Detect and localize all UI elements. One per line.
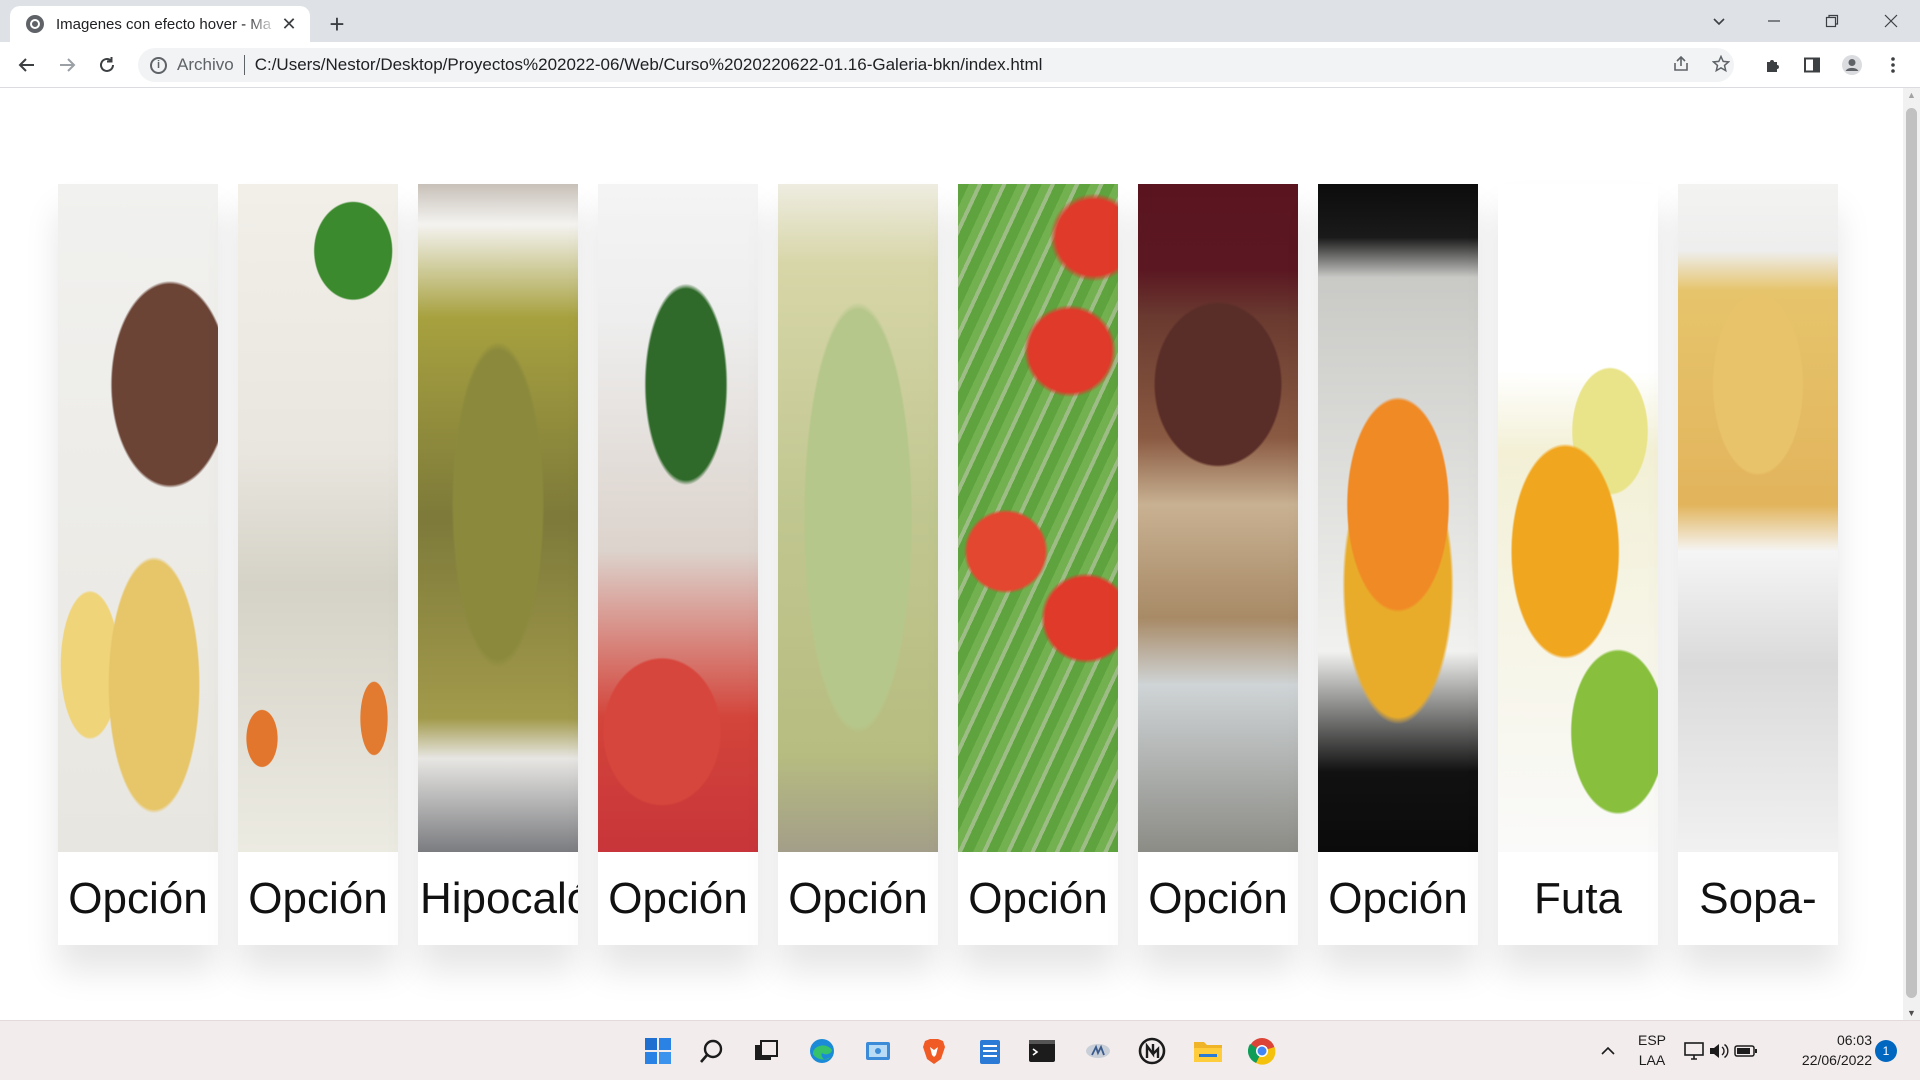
tab-title: Imagenes con efecto hover - Ma — [56, 15, 272, 33]
language-indicator-bottom[interactable]: LAA — [1636, 1052, 1668, 1068]
chevron-down-icon — [1713, 18, 1725, 26]
card-caption: Opción — [1328, 873, 1468, 923]
food-image-pudding — [1138, 184, 1298, 852]
tray-overflow-chevron-up-icon[interactable] — [1592, 1035, 1624, 1067]
arrow-right-icon — [60, 58, 76, 72]
globe-icon — [26, 15, 44, 33]
food-image-green-beans — [958, 184, 1118, 852]
address-scheme: Archivo — [177, 55, 234, 74]
food-image-zucchini — [418, 184, 578, 852]
clock-date[interactable]: 22/06/2022 — [1782, 1052, 1872, 1068]
card-caption: Opción — [608, 873, 748, 923]
food-image-meat — [58, 184, 218, 852]
gallery-card[interactable]: Opción — [58, 184, 218, 945]
address-bar[interactable]: i Archivo C:/Users/Nestor/Desktop/Proyec… — [138, 48, 1734, 82]
gallery-card[interactable]: Opción — [598, 184, 758, 945]
language-indicator-top[interactable]: ESP — [1636, 1032, 1668, 1048]
notification-badge[interactable]: 1 — [1875, 1040, 1897, 1062]
card-caption: Opción — [68, 873, 208, 923]
gallery-card[interactable]: Sopa- — [1678, 184, 1838, 945]
back-button[interactable] — [12, 50, 42, 80]
scroll-down-arrow-icon[interactable]: ▼ — [1907, 1008, 1916, 1018]
gallery-card[interactable]: Futa — [1498, 184, 1658, 945]
search-icon[interactable] — [696, 1035, 728, 1067]
more-menu-icon[interactable] — [1882, 54, 1904, 76]
food-image-cabbage — [778, 184, 938, 852]
card-caption: Opción — [788, 873, 928, 923]
share-icon[interactable] — [1672, 55, 1690, 78]
card-caption: Opción — [968, 873, 1108, 923]
info-icon[interactable]: i — [150, 56, 167, 74]
new-tab-button[interactable]: + — [322, 9, 352, 39]
browser-tab-active[interactable]: Imagenes con efecto hover - Ma ✕ — [10, 6, 310, 42]
volume-icon[interactable] — [1707, 1035, 1731, 1067]
page-scrollbar[interactable]: ▲ ▼ — [1903, 88, 1920, 1020]
food-image-rice — [238, 184, 398, 852]
extensions-puzzle-icon[interactable] — [1762, 54, 1784, 76]
food-image-tomato-salad — [598, 184, 758, 852]
scroll-up-arrow-icon[interactable]: ▲ — [1907, 90, 1916, 100]
address-separator — [243, 55, 245, 75]
card-caption: Futa — [1533, 873, 1623, 923]
battery-icon[interactable] — [1733, 1035, 1759, 1067]
app-logo-icon[interactable] — [1136, 1035, 1168, 1067]
brave-browser-icon[interactable] — [918, 1035, 950, 1067]
reload-button[interactable] — [92, 50, 122, 80]
restore-button[interactable] — [1803, 0, 1861, 42]
bookmark-star-icon[interactable] — [1711, 54, 1731, 78]
food-image-flan — [1318, 184, 1478, 852]
gallery-card[interactable]: Opción — [958, 184, 1118, 945]
browser-titlebar: Imagenes con efecto hover - Ma ✕ + — [0, 0, 1920, 42]
food-image-soup — [1678, 184, 1838, 852]
side-panel-icon[interactable] — [1801, 54, 1823, 76]
profile-avatar-icon[interactable] — [1841, 54, 1863, 76]
close-window-button[interactable] — [1862, 0, 1920, 42]
chrome-browser-icon[interactable] — [1246, 1035, 1278, 1067]
card-caption: Hipocaló — [420, 873, 578, 923]
food-image-fruit — [1498, 184, 1658, 852]
minimize-icon — [1768, 20, 1780, 22]
notepad-icon[interactable] — [974, 1035, 1006, 1067]
start-windows-icon[interactable] — [642, 1035, 674, 1067]
tab-search-button[interactable] — [1690, 0, 1748, 42]
edge-browser-icon[interactable] — [806, 1035, 838, 1067]
tab-close-icon[interactable]: ✕ — [278, 13, 300, 35]
gallery-card[interactable]: Hipocaló — [418, 184, 578, 945]
windows-taskbar: ESP LAA 06:03 22/06/2022 1 — [0, 1020, 1920, 1080]
page-viewport: Opción Opción Hipocaló Opción Opción Opc… — [0, 88, 1903, 1020]
file-explorer-icon[interactable] — [1192, 1035, 1224, 1067]
arrow-left-icon — [18, 58, 34, 72]
close-icon — [1884, 14, 1898, 28]
reload-icon — [100, 57, 114, 72]
browser-toolbar: i Archivo C:/Users/Nestor/Desktop/Proyec… — [0, 42, 1920, 88]
terminal-icon[interactable] — [1026, 1035, 1058, 1067]
card-caption: Opción — [1148, 873, 1288, 923]
gallery-card[interactable]: Opción — [1318, 184, 1478, 945]
gallery-card[interactable]: Opción — [1138, 184, 1298, 945]
network-icon[interactable] — [1683, 1035, 1707, 1067]
card-caption: Opción — [248, 873, 388, 923]
scrollbar-thumb[interactable] — [1906, 108, 1917, 998]
app-icon[interactable] — [1082, 1035, 1114, 1067]
clock-time[interactable]: 06:03 — [1782, 1032, 1872, 1048]
card-caption: Sopa- — [1699, 873, 1817, 923]
forward-button[interactable] — [52, 50, 82, 80]
control-panel-icon[interactable] — [862, 1035, 894, 1067]
address-url[interactable]: C:/Users/Nestor/Desktop/Proyectos%202022… — [255, 55, 1043, 75]
image-gallery: Opción Opción Hipocaló Opción Opción Opc… — [58, 184, 1838, 945]
gallery-card[interactable]: Opción — [778, 184, 938, 945]
minimize-button[interactable] — [1745, 0, 1803, 42]
task-view-icon[interactable] — [750, 1035, 782, 1067]
gallery-card[interactable]: Opción — [238, 184, 398, 945]
restore-icon — [1825, 14, 1839, 28]
